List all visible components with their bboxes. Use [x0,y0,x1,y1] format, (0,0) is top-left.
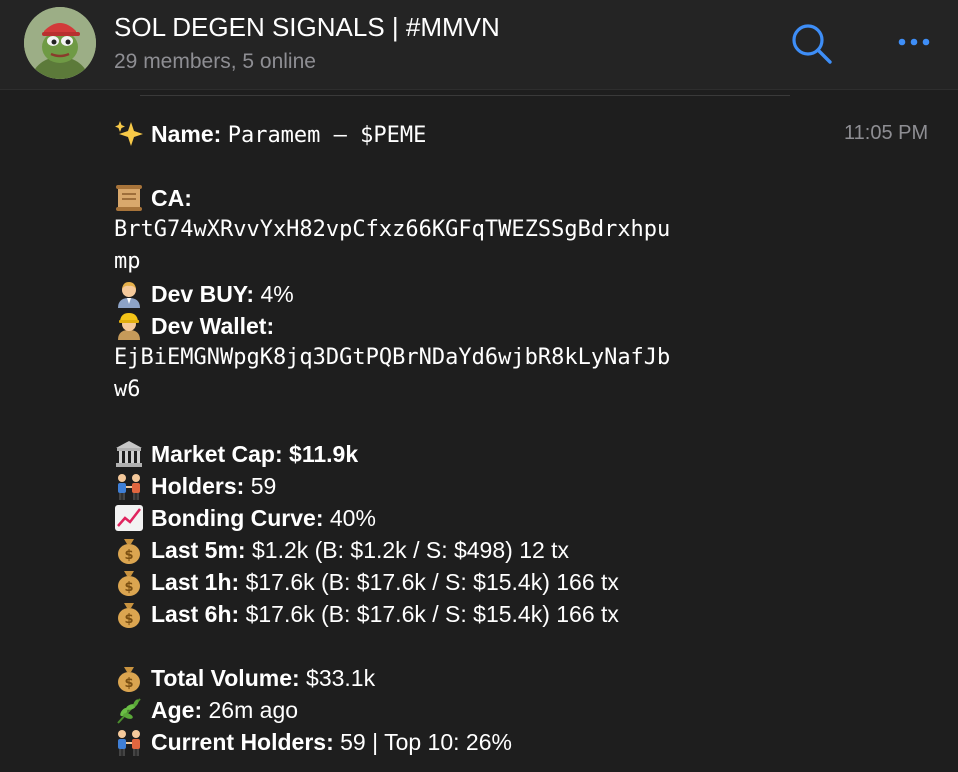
svg-text:$: $ [124,580,133,595]
last-1h-label: Last 1h: [151,569,240,595]
dev-wallet-line: Dev Wallet: [114,310,274,342]
construction-worker-icon [114,312,144,340]
market-cap-value: $11.9k [289,441,359,467]
total-volume-label: Total Volume: [151,665,300,691]
total-volume-value: $33.1k [306,665,376,691]
age-line: Age: 26m ago [114,694,298,726]
message-bubble[interactable]: 11:05 PM Name: Paramem – $PEME CA: BrtG7… [114,114,958,772]
last-1h-line: $ Last 1h: $17.6k (B: $17.6k / S: $15.4k… [114,566,619,598]
man-office-worker-icon [114,280,144,308]
last-6h-value: $17.6k (B: $17.6k / S: $15.4k) 166 tx [245,601,619,627]
svg-text:$: $ [124,676,133,691]
name-line: Name: Paramem – $PEME [114,118,426,150]
age-value: 26m ago [208,697,299,723]
message-timestamp: 11:05 PM [844,122,929,144]
market-cap-line: Market Cap: $11.9k [114,438,358,470]
bonding-curve-value: 40% [329,505,376,531]
last-5m-value: $1.2k (B: $1.2k / S: $498) 12 tx [251,537,570,563]
current-holders-line: Current Holders: 59 | Top 10: 26% [114,726,512,758]
last-6h-label: Last 6h: [151,601,240,627]
dev-wallet-address-line-2[interactable]: w6 [114,374,141,406]
svg-text:$: $ [124,612,133,627]
current-holders-value: 59 | Top 10: 26% [340,729,512,755]
age-label: Age: [151,697,203,723]
current-holders-label: Current Holders: [151,729,334,755]
ca-line: CA: [114,182,192,214]
last-1h-value: $17.6k (B: $17.6k / S: $15.4k) 166 tx [245,569,619,595]
bonding-curve-label: Bonding Curve: [151,505,324,531]
name-value: Paramem – $PEME [227,123,427,148]
holders-value: 59 [250,473,277,499]
chat-header: SOL DEGEN SIGNALS | #MMVN 29 members, 5 … [0,0,958,90]
holders-label: Holders: [151,473,245,499]
last-5m-line: $ Last 5m: $1.2k (B: $1.2k / S: $498) 12… [114,534,569,566]
chart-increasing-icon [114,504,144,532]
holders-line: Holders: 59 [114,470,276,502]
ca-label: CA: [151,185,192,211]
dev-wallet-label: Dev Wallet: [151,313,275,339]
search-icon[interactable] [786,18,838,70]
dev-buy-line: Dev BUY: 4% [114,278,294,310]
dev-wallet-address-line-1[interactable]: EjBiEMGNWpgK8jq3DGtPQBrNDaYd6wjbR8kLyNaf… [114,342,670,374]
dev-buy-value: 4% [260,281,294,307]
sparkles-icon [114,120,144,148]
pepe-frog-avatar[interactable] [24,7,96,79]
market-cap-label: Market Cap: [151,441,283,467]
scroll-icon [114,184,144,212]
divider [140,95,790,96]
ca-address-line-1[interactable]: BrtG74wXRvvYxH82vpCfxz66KGFqTWEZSSgBdrxh… [114,214,670,246]
telegram-chat-window: SOL DEGEN SIGNALS | #MMVN 29 members, 5 … [0,0,958,772]
more-dots-icon[interactable] [888,22,938,62]
money-bag-icon: $ [114,600,144,628]
member-count: 29 members, 5 online [114,50,316,73]
herb-icon [114,696,144,724]
name-label: Name: [151,121,222,147]
bank-icon [114,440,144,468]
chat-title[interactable]: SOL DEGEN SIGNALS | #MMVN [114,11,500,43]
money-bag-icon: $ [114,568,144,596]
money-bag-icon: $ [114,664,144,692]
total-volume-line: $ Total Volume: $33.1k [114,662,375,694]
bonding-curve-line: Bonding Curve: 40% [114,502,376,534]
people-holding-hands-icon [114,728,144,756]
ca-address-line-2[interactable]: mp [114,246,141,278]
money-bag-icon: $ [114,536,144,564]
people-holding-hands-icon [114,472,144,500]
last-6h-line: $ Last 6h: $17.6k (B: $17.6k / S: $15.4k… [114,598,619,630]
last-5m-label: Last 5m: [151,537,246,563]
dev-buy-label: Dev BUY: [151,281,255,307]
svg-text:$: $ [124,548,133,563]
